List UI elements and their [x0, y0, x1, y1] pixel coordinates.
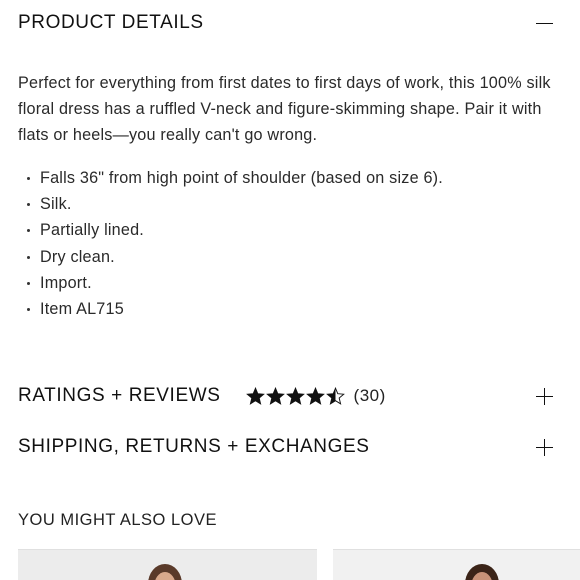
ratings-summary: RATINGS + REVIEWS (30): [18, 385, 386, 407]
list-item: Partially lined.: [26, 217, 443, 243]
ratings-reviews-header[interactable]: RATINGS + REVIEWS (30): [18, 384, 580, 408]
product-details-header[interactable]: PRODUCT DETAILS: [18, 12, 580, 34]
list-item: Import.: [26, 270, 443, 296]
star-icon: [285, 387, 305, 405]
recommended-product-card[interactable]: [333, 549, 580, 580]
plus-icon[interactable]: [536, 438, 553, 456]
list-item: Falls 36" from high point of shoulder (b…: [26, 165, 443, 191]
star-rating: [245, 387, 345, 405]
minus-icon[interactable]: [536, 15, 553, 32]
star-icon: [325, 387, 345, 405]
star-icon: [245, 387, 265, 405]
recommendations-title: YOU MIGHT ALSO LOVE: [18, 511, 218, 529]
shipping-returns-header[interactable]: SHIPPING, RETURNS + EXCHANGES: [18, 435, 580, 459]
product-details-list: Falls 36" from high point of shoulder (b…: [26, 165, 443, 322]
plus-icon[interactable]: [536, 387, 553, 405]
ratings-reviews-title: RATINGS + REVIEWS: [18, 385, 221, 406]
product-description: Perfect for everything from first dates …: [18, 74, 551, 144]
recommended-product-card[interactable]: [18, 549, 317, 580]
star-icon: [305, 387, 325, 405]
list-item: Silk.: [26, 191, 443, 217]
star-icon: [265, 387, 285, 405]
shipping-returns-title: SHIPPING, RETURNS + EXCHANGES: [18, 436, 370, 457]
product-page: PRODUCT DETAILS Perfect for everything f…: [0, 0, 580, 580]
list-item: Dry clean.: [26, 244, 443, 270]
product-details-title: PRODUCT DETAILS: [18, 12, 204, 33]
review-count[interactable]: (30): [354, 386, 386, 406]
list-item: Item AL715: [26, 296, 443, 322]
